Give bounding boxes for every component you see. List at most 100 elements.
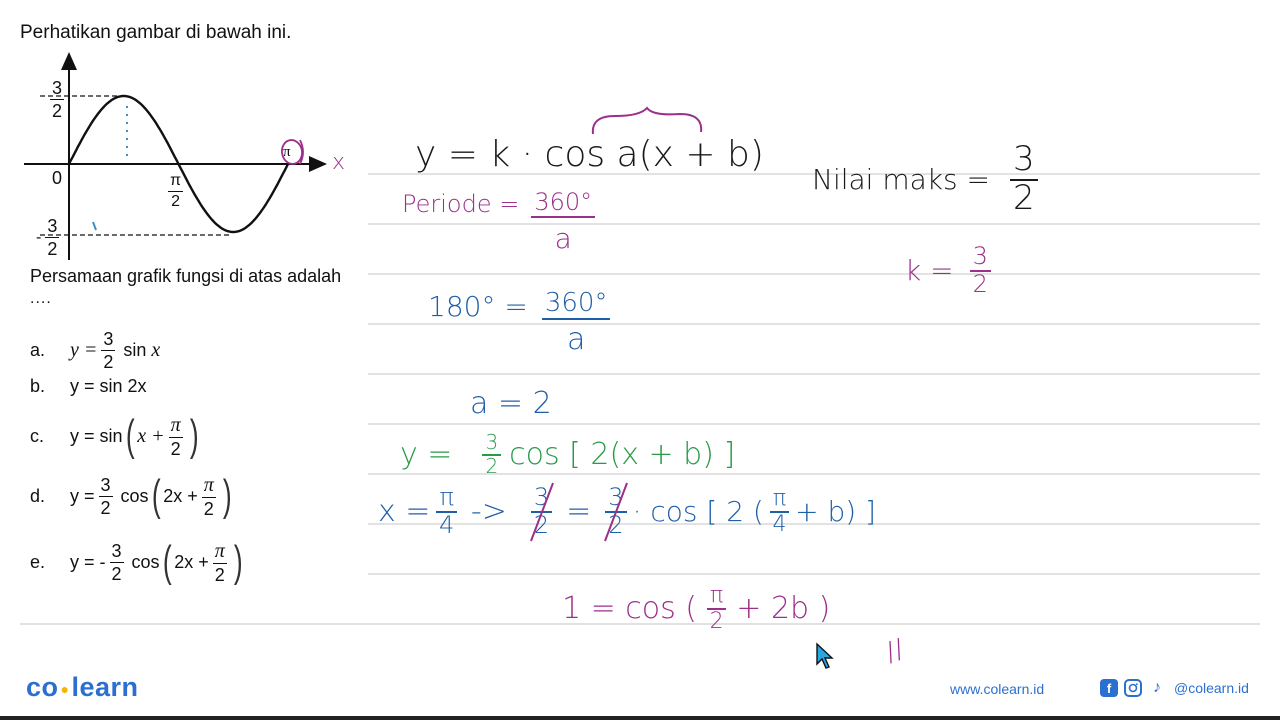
eq-180-den: a: [566, 322, 586, 358]
option-a[interactable]: a. y = 32 sin x: [30, 330, 160, 371]
substituted-equation: y = 32 cos [ 2(x + b) ]: [400, 432, 735, 477]
a-result: a = 2: [470, 386, 552, 421]
arg-den: 2: [170, 438, 181, 459]
subst-lhs: y =: [400, 437, 453, 472]
option-lhs: y =: [70, 339, 98, 361]
x-substitution-line: x = π4 -> 32 = 32 · cos [ 2 ( π4 + b) ]: [378, 482, 876, 542]
eq-180-line: 180° = 360° a: [428, 289, 616, 358]
option-letter: e.: [30, 551, 46, 572]
k-label: k =: [905, 254, 954, 288]
y-min-label: - 32: [36, 217, 63, 258]
y-max-den: 2: [52, 101, 63, 121]
logo-left: co: [26, 672, 59, 702]
option-c[interactable]: c. y = sin ( x + π2 ): [30, 414, 201, 458]
coef-den: 2: [103, 352, 114, 372]
option-lhs: y = sin: [70, 425, 123, 446]
option-func: cos: [120, 485, 149, 506]
colearn-logo[interactable]: co ●learn: [26, 672, 139, 703]
nilai-maks-label: Nilai maks =: [812, 162, 990, 196]
option-lhs: y = sin 2x: [70, 376, 147, 396]
x-axis-label: x: [332, 150, 346, 175]
coef-den: 2: [100, 497, 111, 518]
right-paren: ): [233, 537, 243, 586]
ruled-line: [368, 373, 1260, 375]
x-val-num: π: [436, 484, 457, 514]
periode-line: Periode = 360° a: [402, 189, 601, 256]
coef-num: 3: [101, 329, 116, 351]
right-paren: ): [189, 411, 199, 460]
arg-den: 2: [214, 564, 225, 585]
final-rhs: + 2b ): [736, 591, 831, 627]
y-max-label: 32: [46, 79, 68, 120]
coef-num: 3: [109, 540, 124, 563]
brace-annotation: [591, 106, 703, 135]
k-num: 3: [969, 243, 991, 273]
y-min-sign: -: [36, 228, 42, 246]
periode-den: a: [554, 222, 572, 256]
option-func: cos: [131, 551, 160, 572]
nilai-maks-den: 2: [1012, 177, 1035, 218]
option-d[interactable]: d. y = 32 cos ( 2x + π2 ): [30, 474, 234, 518]
eq-r-tail-pre: · cos [ 2 (: [632, 495, 764, 529]
ruled-line: [368, 273, 1260, 275]
general-form-equation: y = k · cos a(x + b): [415, 134, 764, 175]
arg-num: π: [168, 413, 183, 438]
left-paren: (: [151, 471, 161, 520]
eq-r-frac-den: 4: [772, 512, 787, 538]
option-letter: c.: [30, 425, 45, 446]
k-den: 2: [972, 270, 988, 299]
final-num: π: [707, 584, 727, 611]
pi-label: π: [283, 144, 291, 160]
blue-tick-mark: [92, 221, 97, 231]
subst-den: 2: [485, 454, 499, 478]
footer-bar: [0, 716, 1280, 720]
option-func: sin: [123, 340, 147, 360]
coef-num: 3: [98, 474, 113, 497]
option-arg: x: [151, 339, 161, 361]
x-val-den: 4: [439, 511, 455, 540]
nilai-maks-num: 3: [1009, 141, 1038, 181]
arg-num: π: [212, 539, 227, 564]
arg-pre: x +: [137, 424, 165, 447]
website-link[interactable]: www.colearn.id: [950, 681, 1044, 697]
instagram-icon[interactable]: [1124, 679, 1142, 697]
option-lhs: y =: [70, 485, 95, 506]
option-b[interactable]: b. y = sin 2x: [30, 376, 147, 397]
final-equation: 1 = cos ( π2 + 2b ): [562, 584, 830, 633]
tiktok-icon[interactable]: ♪: [1148, 679, 1166, 697]
arg-num: π: [201, 473, 216, 498]
k-value-line: k = 32: [905, 243, 997, 299]
arg-pre: 2x +: [163, 485, 198, 506]
half-pi-label: π2: [164, 172, 187, 210]
x-val-lhs: x =: [378, 494, 431, 530]
subst-rhs: cos [ 2(x + b) ]: [509, 437, 736, 472]
facebook-icon[interactable]: f: [1100, 679, 1118, 697]
cancel-strike: [529, 482, 554, 542]
y-min-num: 3: [45, 216, 60, 238]
left-paren: (: [125, 411, 135, 460]
y-min-den: 2: [47, 239, 58, 259]
option-letter: a.: [30, 340, 46, 360]
logo-dot: ●: [60, 680, 70, 697]
left-paren: (: [162, 537, 172, 586]
eq-mid: =: [566, 494, 592, 530]
option-e[interactable]: e. y = - 32 cos ( 2x + π2 ): [30, 540, 245, 584]
option-letter: d.: [30, 485, 46, 506]
option-lhs: y = -: [70, 551, 106, 572]
cancel-strike: [604, 482, 629, 542]
social-links: f ♪ @colearn.id: [1100, 679, 1249, 697]
nilai-maks-line: Nilai maks = 32: [812, 141, 1044, 218]
eq-r-tail-post: + b) ]: [795, 495, 876, 529]
arrow: ->: [470, 494, 507, 530]
eq-r-frac-num: π: [769, 487, 790, 514]
periode-label: Periode =: [402, 190, 520, 218]
half-pi-num: π: [168, 173, 184, 192]
social-handle[interactable]: @colearn.id: [1174, 680, 1249, 696]
eq-180-lhs: 180° =: [428, 290, 528, 323]
final-mark: //: [881, 633, 909, 669]
right-paren: ): [222, 471, 232, 520]
eq-180-num: 360°: [541, 289, 611, 321]
ruled-line: [368, 423, 1260, 425]
arg-pre: 2x +: [174, 551, 209, 572]
option-letter: b.: [30, 376, 46, 396]
